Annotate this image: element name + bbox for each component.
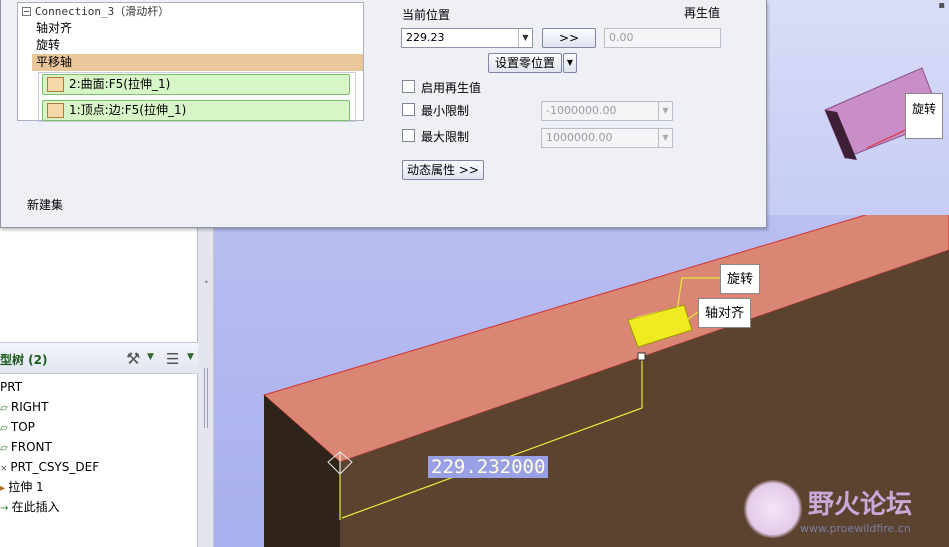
new-set-link[interactable]: 新建集	[27, 196, 63, 213]
callout-rotate: 旋转	[720, 264, 761, 294]
enable-regen-label: 启用再生值	[421, 81, 482, 95]
min-limit-dropdown-icon[interactable]: ▼	[658, 102, 672, 120]
reference-surface[interactable]: 2:曲面:F5(拉伸_1)	[42, 74, 350, 95]
callout-axis-align: 轴对齐	[698, 298, 752, 328]
regen-value-field[interactable]: 0.00	[604, 28, 721, 48]
splitter-handle[interactable]	[204, 368, 208, 428]
enable-regen-checkbox[interactable]	[402, 80, 415, 93]
connection-tree[interactable]: − Connection_3（滑动杆） 轴对齐 旋转 平移轴 2:曲面:F5(拉…	[17, 2, 364, 122]
connection-item-translate-axis[interactable]: 平移轴	[32, 54, 363, 71]
tree-item-csys[interactable]: × PRT_CSYS_DEF	[0, 457, 99, 477]
min-limit-field[interactable]: -1000000.00 ▼	[541, 101, 673, 121]
max-limit-dropdown-icon[interactable]: ▼	[658, 129, 672, 147]
datum-plane-icon: ▱	[0, 443, 11, 454]
csys-icon: ×	[0, 464, 11, 474]
tree-show-icon[interactable]: ☰	[166, 349, 184, 369]
tree-item-extrude[interactable]: ▸ 拉伸 1	[0, 477, 44, 497]
viewport-corner-glyph: ▪	[938, 0, 945, 11]
watermark-logo-icon	[742, 480, 804, 538]
vertex-ref-icon	[47, 103, 64, 118]
tree-item-prt[interactable]: PRT	[0, 377, 22, 397]
dynamic-properties-button[interactable]: 动态属性 >>	[402, 160, 484, 180]
datum-plane-icon: ▱	[0, 403, 11, 414]
tree-settings-dropdown-icon[interactable]: ▼	[147, 352, 154, 362]
tree-item-right[interactable]: ▱ RIGHT	[0, 397, 48, 417]
model-tree-header: 型树 (2) ⚒ ▼ ☰ ▼	[0, 342, 198, 374]
current-position-label: 当前位置	[402, 8, 451, 22]
max-limit-checkbox[interactable]	[402, 129, 415, 142]
watermark-text: 野火论坛	[808, 490, 913, 520]
regen-value-label: 再生值	[684, 6, 721, 20]
reference-vertex[interactable]: 1:顶点:边:F5(拉伸_1)	[42, 100, 350, 121]
watermark-url: www.proewildfire.cn	[800, 522, 911, 535]
connection-root[interactable]: − Connection_3（滑动杆）	[22, 3, 169, 20]
copy-to-regen-button[interactable]: >>	[542, 28, 596, 48]
connection-item-axis-align[interactable]: 轴对齐	[36, 20, 72, 37]
top-callout-rotate: 旋转	[905, 93, 944, 139]
current-position-dropdown-icon[interactable]: ▼	[518, 29, 532, 47]
model-tree-list: PRT ▱ RIGHT ▱ TOP ▱ FRONT × PRT_CSYS_DEF…	[0, 377, 198, 527]
vertex-marker	[637, 352, 646, 361]
model-tree-title: 型树 (2)	[0, 353, 48, 367]
tree-item-front[interactable]: ▱ FRONT	[0, 437, 52, 457]
connection-dialog: − Connection_3（滑动杆） 轴对齐 旋转 平移轴 2:曲面:F5(拉…	[0, 0, 767, 228]
dimension-label[interactable]: 229.232000	[428, 456, 549, 478]
min-limit-label: 最小限制	[421, 104, 470, 118]
splitter-dot: •	[204, 278, 209, 287]
max-limit-label: 最大限制	[421, 130, 470, 144]
set-zero-position-button[interactable]: 设置零位置	[488, 53, 562, 73]
tree-item-insert-here[interactable]: → 在此插入	[0, 497, 60, 517]
set-zero-dropdown-button[interactable]: ▼	[563, 53, 577, 73]
tree-settings-icon[interactable]: ⚒	[126, 349, 146, 369]
collapse-icon[interactable]: −	[22, 7, 31, 16]
connection-item-rotate[interactable]: 旋转	[36, 37, 60, 54]
secondary-viewport[interactable]: 旋转 ▪	[766, 0, 949, 215]
current-position-field[interactable]: 229.23 ▼	[401, 28, 533, 48]
min-limit-checkbox[interactable]	[402, 103, 415, 116]
tree-show-dropdown-icon[interactable]: ▼	[187, 352, 194, 362]
insert-arrow-icon: →	[0, 503, 12, 514]
datum-plane-icon: ▱	[0, 423, 11, 434]
surface-ref-icon	[47, 77, 64, 92]
panel-splitter[interactable]: •	[198, 228, 214, 547]
max-limit-field[interactable]: 1000000.00 ▼	[541, 128, 673, 148]
tree-item-top[interactable]: ▱ TOP	[0, 417, 35, 437]
extrude-icon: ▸	[0, 483, 9, 494]
